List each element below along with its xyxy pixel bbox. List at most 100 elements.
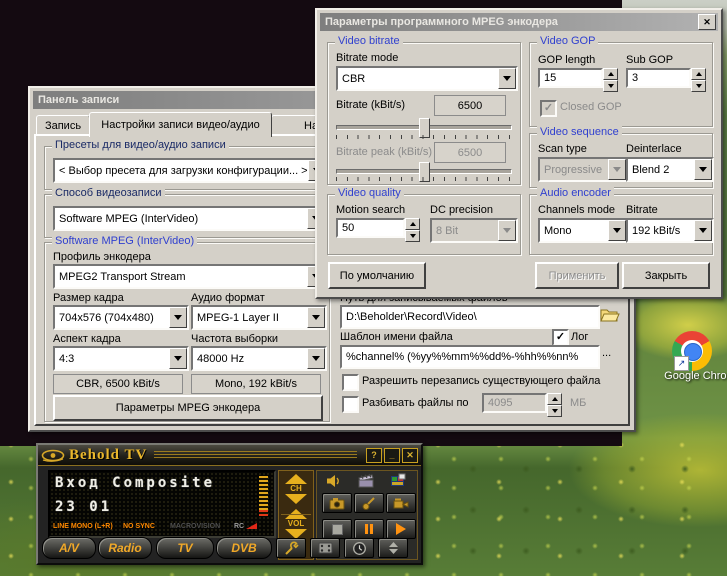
video-bitrate-legend: Video bitrate [335, 35, 403, 48]
settings-button[interactable] [276, 538, 306, 558]
frame-size-dropdown-button[interactable] [169, 307, 187, 328]
split-size-spinner[interactable]: 4095 [482, 393, 562, 413]
frame-size-combobox[interactable]: 704x576 (704x480) [53, 305, 189, 330]
wrench-icon [284, 541, 299, 556]
motion-search-up-button[interactable] [405, 218, 420, 230]
aspect-dropdown-button[interactable] [169, 348, 187, 369]
audio-bitrate-dropdown-button[interactable] [694, 220, 712, 241]
clapperboard-icon[interactable] [358, 473, 374, 489]
video-gop-group: Video GOP GOP length Sub GOP 15 3 ✓ Clos… [529, 42, 713, 127]
sub-gop-value: 3 [626, 68, 691, 88]
behold-close-button[interactable]: ✕ [402, 448, 418, 463]
split-files-checkbox[interactable] [342, 396, 359, 413]
aspect-combobox[interactable]: 4:3 [53, 346, 189, 371]
video-quality-group: Video quality Motion search DC precision… [327, 194, 521, 255]
motion-search-spinner[interactable]: 50 [336, 218, 420, 238]
sub-gop-label: Sub GOP [626, 54, 673, 66]
dvb-mode-button[interactable]: DVB [216, 537, 272, 559]
chrome-icon-label[interactable]: Google Chrome [658, 370, 727, 382]
channels-mode-value: Mono [544, 225, 572, 237]
audio-mode-status: LINE MONO (L+R) [53, 523, 113, 530]
film-icon [318, 541, 333, 555]
gop-length-up-button[interactable] [603, 68, 618, 80]
dc-precision-label: DC precision [430, 204, 493, 216]
filename-template-value: %channel% (%yy%%mm%%dd%-%hh%%nn% [346, 351, 578, 363]
sample-rate-combobox[interactable]: 48000 Hz [191, 346, 327, 371]
sub-gop-up-button[interactable] [691, 68, 706, 80]
bitrate-mode-combobox[interactable]: CBR [336, 66, 518, 91]
pause-button[interactable] [354, 519, 384, 539]
av-mode-button[interactable]: A/V [42, 537, 96, 559]
tv-picture-icon[interactable] [390, 473, 406, 489]
arrow-down-icon [696, 84, 702, 91]
timer-button[interactable] [344, 538, 374, 558]
speaker-icon[interactable] [326, 473, 342, 489]
radio-mode-button[interactable]: Radio [98, 537, 152, 559]
panel-toggle-button[interactable] [378, 538, 408, 558]
deinterlace-dropdown-button[interactable] [694, 159, 712, 180]
record-path-input[interactable]: D:\Beholder\Record\Video\ [340, 305, 600, 329]
preset-combobox[interactable]: < Выбор пресета для загрузки конфигураци… [53, 158, 327, 183]
split-size-down-button[interactable] [547, 405, 562, 417]
sub-gop-down-button[interactable] [691, 80, 706, 92]
audio-bitrate-label: Bitrate [626, 204, 658, 216]
audio-format-combobox[interactable]: MPEG-1 Layer II [191, 305, 327, 330]
dc-precision-dropdown-button [498, 220, 516, 241]
divider [281, 514, 311, 515]
chevron-down-icon [699, 228, 707, 237]
audio-record-button[interactable] [354, 493, 384, 513]
deinterlace-combobox[interactable]: Blend 2 [626, 157, 714, 182]
chevron-down-icon [613, 167, 621, 176]
play-button[interactable] [386, 519, 416, 539]
snapshot-button[interactable] [322, 493, 352, 513]
overwrite-checkbox[interactable] [342, 374, 359, 391]
channel-down-button[interactable] [285, 494, 307, 504]
tv-button-label: TV [177, 541, 192, 555]
motion-search-label: Motion search [336, 204, 405, 216]
mpeg-dialog-titlebar[interactable]: Параметры программного MPEG энкодера ✕ [320, 13, 718, 31]
stop-button[interactable] [322, 519, 352, 539]
check-icon: ✓ [556, 333, 565, 342]
close-button[interactable]: Закрыть [622, 262, 710, 289]
led-display: Вход Composite 23 01 LINE MONO (L+R) NO … [48, 470, 276, 538]
audio-format-dropdown-button[interactable] [307, 307, 325, 328]
gop-length-down-button[interactable] [603, 80, 618, 92]
video-record-button[interactable] [386, 493, 416, 513]
tv-mode-button[interactable]: TV [156, 537, 214, 559]
behold-titlebar[interactable]: Behold TV ? _ ✕ [38, 445, 421, 466]
tab-record-settings-active[interactable]: Настройки записи видео/аудио [89, 112, 272, 137]
gop-length-label: GOP length [538, 54, 595, 66]
mpeg-encoder-params-button[interactable]: Параметры MPEG энкодера [53, 395, 323, 421]
browse-folder-icon[interactable] [600, 307, 620, 323]
audio-bitrate-combobox[interactable]: 192 kBit/s [626, 218, 714, 243]
scan-type-label: Scan type [538, 143, 587, 155]
audio-format-value: MPEG-1 Layer II [197, 312, 279, 324]
frame-size-label: Размер кадра [53, 292, 124, 304]
presets-group: Пресеты для видео/аудио записи < Выбор п… [44, 146, 330, 190]
template-more-button[interactable]: ... [602, 347, 611, 359]
gop-length-spinner[interactable]: 15 [538, 68, 618, 88]
sample-rate-dropdown-button[interactable] [307, 348, 325, 369]
arrow-down-icon [608, 84, 614, 91]
defaults-button[interactable]: По умолчанию [328, 262, 426, 289]
bitrate-peak-value-box: 6500 [434, 142, 506, 163]
channel-up-button[interactable] [285, 474, 307, 484]
split-size-up-button[interactable] [547, 393, 562, 405]
encoder-profile-combobox[interactable]: MPEG2 Transport Stream [53, 264, 327, 289]
mpeg-dialog-close-button[interactable]: ✕ [698, 14, 716, 30]
video-sequence-legend: Video sequence [537, 126, 622, 139]
behold-help-button[interactable]: ? [366, 448, 382, 463]
bitrate-slider[interactable] [336, 125, 512, 130]
record-method-combobox[interactable]: Software MPEG (InterVideo) [53, 206, 327, 231]
behold-minimize-button[interactable]: _ [384, 448, 400, 463]
software-mpeg-group: Software MPEG (InterVideo) Профиль энкод… [44, 242, 330, 422]
log-checkbox[interactable]: ✓ [552, 329, 569, 346]
channels-mode-dropdown-button[interactable] [608, 220, 626, 241]
bitrate-mode-dropdown-button[interactable] [498, 68, 516, 89]
sub-gop-spinner[interactable]: 3 [626, 68, 706, 88]
motion-search-down-button[interactable] [405, 230, 420, 242]
scheduler-button[interactable] [310, 538, 340, 558]
filename-template-input[interactable]: %channel% (%yy%%mm%%dd%-%hh%%nn% [340, 345, 600, 369]
channels-mode-combobox[interactable]: Mono [538, 218, 628, 243]
apply-button-label: Применить [549, 270, 606, 282]
